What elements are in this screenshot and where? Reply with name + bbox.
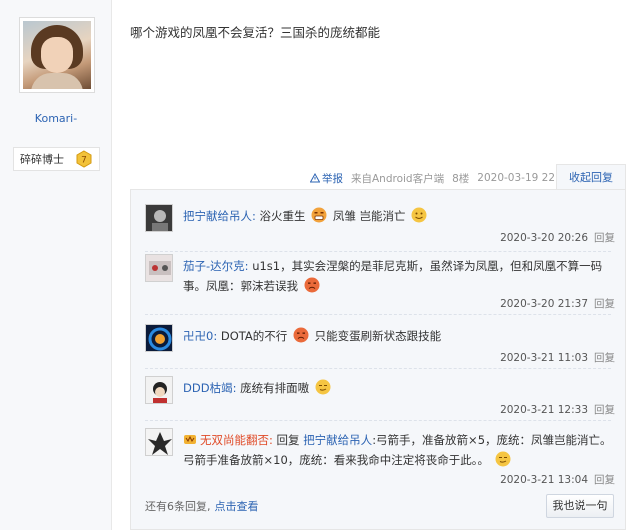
rank-title: 碎碎博士: [20, 153, 64, 166]
reply-meta: 2020-3-21 11:03 回复: [500, 350, 615, 365]
reply-time: 2020-3-21 12:33: [500, 404, 588, 416]
reply-text: 浴火重生: [259, 209, 306, 223]
user-sidebar: Komari- 碎碎博士 7: [0, 0, 112, 530]
more-replies: 还有6条回复, 点击查看: [145, 498, 259, 514]
smug-face-icon: [495, 451, 511, 467]
post-tail: 举报 来自Android客户端 8楼 2020-03-19 22:06: [310, 170, 572, 186]
reply-author[interactable]: 茄子-达尔克:: [183, 259, 249, 273]
more-replies-count: 还有6条回复,: [145, 500, 211, 513]
reply-target[interactable]: 把宁献给吊人: [303, 433, 372, 447]
reply-button[interactable]: 回复: [594, 232, 615, 244]
username[interactable]: Komari-: [0, 112, 112, 125]
reply-item: 无双尚能翻否: 回复 把宁献给吊人:弓箭手，准备放箭×5，庞统：凤雏岂能消亡。弓…: [145, 428, 615, 488]
warning-icon: [310, 173, 320, 183]
reply-to-label: 回复: [276, 433, 300, 447]
reply-meta: 2020-3-21 13:04 回复: [500, 472, 615, 487]
reply-avatar[interactable]: [145, 376, 173, 404]
reply-text: 凤雏 岂能消亡: [332, 209, 406, 223]
floor-number: 8楼: [452, 172, 470, 185]
reply-avatar[interactable]: [145, 254, 173, 282]
reply-list: 把宁献给吊人: 浴火重生 凤雏 岂能消亡 2020-3-20 20:26 回复 茄…: [130, 189, 626, 530]
reply-avatar[interactable]: [145, 204, 173, 232]
reply-button[interactable]: 回复: [594, 352, 615, 364]
reply-text: 庞统有排面嗷: [240, 381, 310, 395]
reply-button[interactable]: 回复: [594, 474, 615, 486]
reply-text: 只能变蛋刷新状态跟技能: [314, 329, 442, 343]
divider: [145, 314, 611, 315]
reply-body: 卍卍0: DOTA的不行 只能变蛋刷新状态跟技能: [183, 326, 615, 346]
vip-icon: [184, 435, 196, 444]
reply-body: 把宁献给吊人: 浴火重生 凤雏 岂能消亡: [183, 206, 615, 226]
reply-meta: 2020-3-20 21:37 回复: [500, 296, 615, 311]
reply-time: 2020-3-21 13:04: [500, 474, 588, 486]
reply-avatar[interactable]: [145, 324, 173, 352]
reply-author[interactable]: 卍卍0:: [183, 329, 217, 343]
svg-text:7: 7: [81, 156, 87, 166]
reply-button[interactable]: 回复: [594, 298, 615, 310]
reply-time: 2020-3-20 21:37: [500, 298, 588, 310]
reply-body: 茄子-达尔克: u1s1，其实会涅槃的是菲尼克斯，虽然译为凤凰，但和凤凰不算一码…: [183, 256, 615, 296]
reply-avatar[interactable]: [145, 428, 173, 456]
reply-body: DDD枯竭: 庞统有排面嗷: [183, 378, 615, 398]
smile-face-icon: [411, 207, 427, 223]
reply-meta: 2020-3-21 12:33 回复: [500, 402, 615, 417]
report-link[interactable]: 举报: [310, 171, 343, 186]
smug-face-icon: [315, 379, 331, 395]
report-label: 举报: [322, 172, 343, 185]
reply-author[interactable]: 无双尚能翻否:: [200, 433, 273, 447]
reply-time: 2020-3-21 11:03: [500, 352, 588, 364]
reply-item: 卍卍0: DOTA的不行 只能变蛋刷新状态跟技能 2020-3-21 11:03…: [145, 324, 615, 364]
reply-time: 2020-3-20 20:26: [500, 232, 588, 244]
reply-button[interactable]: 回复: [594, 404, 615, 416]
divider: [145, 251, 611, 252]
reply-author[interactable]: 把宁献给吊人:: [183, 209, 256, 223]
reply-item: 把宁献给吊人: 浴火重生 凤雏 岂能消亡 2020-3-20 20:26 回复: [145, 204, 615, 248]
avatar-image: [23, 21, 91, 89]
reply-item: DDD枯竭: 庞统有排面嗷 2020-3-21 12:33 回复: [145, 376, 615, 416]
level-badge-icon: 7: [76, 150, 92, 168]
angry-face-icon: [293, 327, 309, 343]
collapse-replies-button[interactable]: 收起回复: [556, 164, 626, 190]
avatar[interactable]: [19, 17, 95, 93]
reply-body: 无双尚能翻否: 回复 把宁献给吊人:弓箭手，准备放箭×5，庞统：凤雏岂能消亡。弓…: [183, 430, 615, 470]
reply-button-main[interactable]: 我也说一句: [546, 494, 614, 518]
reply-meta: 2020-3-20 20:26 回复: [500, 230, 615, 245]
client-source[interactable]: 来自Android客户端: [351, 171, 444, 186]
reply-item: 茄子-达尔克: u1s1，其实会涅槃的是菲尼克斯，虽然译为凤凰，但和凤凰不算一码…: [145, 254, 615, 310]
angry-face-icon: [304, 277, 320, 293]
divider: [145, 420, 611, 421]
post-content: 哪个游戏的凤凰不会复活？三国杀的庞统都能: [130, 25, 381, 40]
angry-face-icon: [311, 207, 327, 223]
reply-author[interactable]: DDD枯竭:: [183, 381, 236, 395]
divider: [145, 368, 611, 369]
reply-text: DOTA的不行: [220, 329, 288, 343]
user-rank: 碎碎博士 7: [13, 147, 100, 171]
view-more-link[interactable]: 点击查看: [215, 500, 259, 513]
